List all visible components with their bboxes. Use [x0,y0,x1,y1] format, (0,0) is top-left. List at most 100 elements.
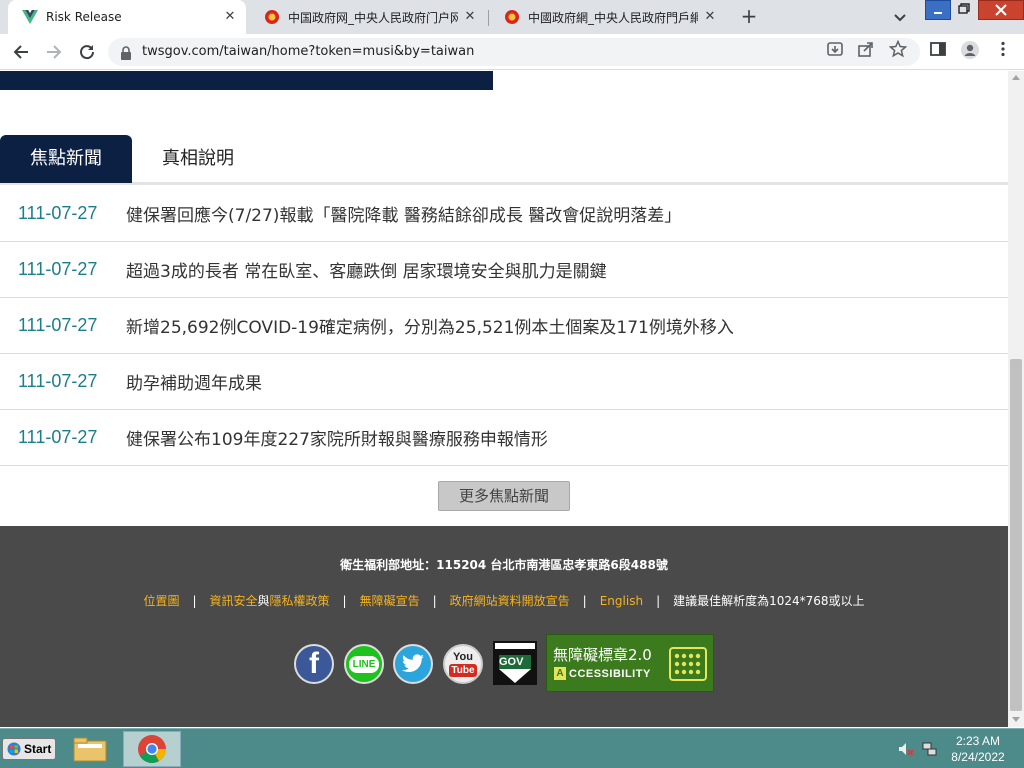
news-date: 111-07-27 [18,203,98,223]
conjunction-text: 與 [257,594,270,608]
system-clock[interactable]: 2:23 AM 8/24/2022 [948,733,1008,765]
more-news-button[interactable]: 更多焦點新聞 [438,481,570,511]
install-app-icon[interactable] [826,40,844,58]
profile-avatar-icon[interactable] [960,40,979,59]
braille-grid-icon [669,647,707,681]
new-tab-plus-icon[interactable]: + [737,5,761,29]
chevron-down-icon[interactable] [889,6,911,28]
browser-tab-risk-release[interactable]: Risk Release ✕ [8,0,246,34]
news-title-link[interactable]: 助孕補助週年成果 [126,369,262,394]
bookmark-star-icon[interactable] [888,39,908,58]
browser-tab-gov-cn-traditional[interactable]: 中國政府網_中央人民政府門戶網 ✕ [490,0,726,34]
close-icon[interactable]: ✕ [702,9,718,25]
badge-title: 無障礙標章2.0 [553,646,652,664]
start-button[interactable]: Start [2,738,56,760]
window-minimize-button[interactable] [925,0,951,20]
privacy-policy-link[interactable]: 隱私權政策 [270,594,330,608]
vue-logo-icon [22,9,38,25]
lock-icon[interactable] [120,45,132,64]
scroll-up-arrow-icon[interactable] [1012,75,1020,80]
news-title-link[interactable]: 健保署回應今(7/27)報載「醫院降載 醫務結餘卻成長 醫改會促說明落差」 [126,201,681,226]
link-separator: | [342,594,347,608]
emblem-icon [264,9,280,25]
gov-glyph: GOV [499,656,524,668]
line-glyph: LINE [348,655,380,673]
footer-address: 衛生福利部地址：115204 台北市南港區忠孝東路6段488號 [340,558,668,572]
news-item[interactable]: 111-07-27 新增25,692例COVID-19確定病例，分別為25,52… [0,298,1008,354]
gov-portal-icon[interactable]: GOV [493,641,537,685]
browser-tab-strip: Risk Release ✕ 中国政府网_中央人民政府门户网 ✕ 中國政府網_中… [0,0,1024,34]
news-item[interactable]: 111-07-27 健保署回應今(7/27)報載「醫院降載 醫務結餘卻成長 醫改… [0,186,1008,242]
emblem-icon [504,9,520,25]
news-item[interactable]: 111-07-27 助孕補助週年成果 [0,354,1008,410]
tab-title: Risk Release [46,10,122,24]
window-restore-button[interactable] [951,0,977,20]
back-arrow-icon[interactable] [9,40,33,64]
twitter-icon[interactable] [393,644,433,684]
tab-title: 中国政府网_中央人民政府门户网 [288,10,458,25]
link-separator: | [656,594,661,608]
url-text: twsgov.com/taiwan/home?token=musi&by=tai… [142,44,475,59]
start-label: Start [24,742,52,756]
tab-title: 中國政府網_中央人民政府門戶網 [528,10,698,25]
news-item[interactable]: 111-07-27 健保署公布109年度227家院所財報與醫療服務申報情形 [0,410,1008,466]
badge-subtitle: CCESSIBILITY [569,668,651,680]
taskbar: Start 2:23 AM 8/24/2022 [0,728,1024,768]
reload-icon[interactable] [75,40,99,64]
page-scrollbar[interactable] [1008,71,1024,727]
tab-clarification[interactable]: 真相說明 [132,135,264,183]
link-separator: | [582,594,587,608]
scroll-thumb[interactable] [1010,359,1022,711]
address-bar[interactable]: twsgov.com/taiwan/home?token=musi&by=tai… [108,38,920,66]
kebab-menu-icon[interactable] [994,40,1012,58]
news-list: 111-07-27 健保署回應今(7/27)報載「醫院降載 醫務結餘卻成長 醫改… [0,186,1008,466]
youtube-glyph-you: You [453,651,473,663]
browser-tab-gov-cn-simplified[interactable]: 中国政府网_中央人民政府门户网 ✕ [250,0,486,34]
sitemap-link[interactable]: 位置圖 [143,594,179,608]
youtube-icon[interactable]: You Tube [443,644,483,684]
link-separator: | [432,594,437,608]
window-close-button[interactable] [978,0,1024,20]
speaker-muted-icon[interactable] [898,741,914,757]
close-icon[interactable]: ✕ [222,9,238,25]
close-icon[interactable]: ✕ [462,9,478,25]
file-explorer-icon[interactable] [72,735,108,763]
news-item[interactable]: 111-07-27 超過3成的長者 常在臥室、客廳跌倒 居家環境安全與肌力是關鍵 [0,242,1008,298]
forward-arrow-icon[interactable] [42,40,66,64]
tab-separator [488,10,489,26]
footer-links: 位置圖 | 資訊安全與隱私權政策 | 無障礙宣告 | 政府網站資料開放宣告 | English |… [0,592,1008,609]
line-icon[interactable]: LINE [344,644,384,684]
news-title-link[interactable]: 新增25,692例COVID-19確定病例，分別為25,521例本土個案及171… [126,313,734,338]
accessibility-statement-link[interactable]: 無障礙宣告 [360,594,420,608]
site-footer: 衛生福利部地址：115204 台北市南港區忠孝東路6段488號 位置圖 | 資訊安全… [0,526,1008,727]
accessibility-badge[interactable]: 無障礙標章2.0 A CCESSIBILITY [546,634,714,692]
facebook-icon[interactable]: f [294,644,334,684]
english-link[interactable]: English [600,594,643,608]
clock-date: 8/24/2022 [951,750,1005,764]
news-tabs: 焦點新聞 真相說明 [0,135,1008,185]
facebook-glyph: f [309,647,319,680]
chrome-logo-icon [138,735,166,763]
resolution-note: 建議最佳解析度為1024*768或以上 [673,594,865,608]
chrome-taskbar-button[interactable] [123,731,181,767]
browser-toolbar: twsgov.com/taiwan/home?token=musi&by=tai… [0,34,1024,70]
info-security-link[interactable]: 資訊安全 [210,594,258,608]
web-page: 焦點新聞 真相說明 111-07-27 健保署回應今(7/27)報載「醫院降載 … [0,71,1008,727]
badge-letter: A [554,667,566,680]
windows-logo-icon [7,742,21,756]
news-date: 111-07-27 [18,427,98,447]
news-date: 111-07-27 [18,259,98,279]
network-icon[interactable] [922,741,938,757]
youtube-glyph-tube: Tube [449,664,477,677]
open-data-link[interactable]: 政府網站資料開放宣告 [450,594,570,608]
news-title-link[interactable]: 健保署公布109年度227家院所財報與醫療服務申報情形 [126,425,548,450]
share-icon[interactable] [857,40,875,58]
news-title-link[interactable]: 超過3成的長者 常在臥室、客廳跌倒 居家環境安全與肌力是關鍵 [126,257,607,282]
scroll-down-arrow-icon[interactable] [1012,717,1020,722]
side-panel-icon[interactable] [929,40,947,58]
link-separator: | [192,594,197,608]
tab-focus-news[interactable]: 焦點新聞 [0,135,132,183]
clock-time: 2:23 AM [955,734,1001,748]
news-date: 111-07-27 [18,371,98,391]
news-date: 111-07-27 [18,315,98,335]
